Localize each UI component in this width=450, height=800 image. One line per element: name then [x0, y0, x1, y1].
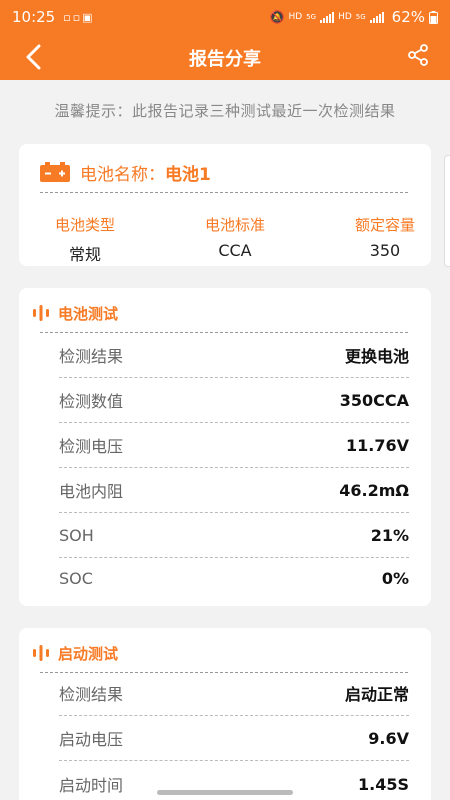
- list-item: 电池内阻 46.2mΩ: [59, 468, 409, 513]
- row-value: 1.45S: [358, 774, 409, 794]
- row-key: 检测电压: [59, 437, 124, 456]
- row-key: 启动电压: [59, 730, 124, 749]
- navbar: 报告分享: [0, 34, 450, 80]
- row-value: 350CCA: [339, 390, 409, 410]
- net2-gen: 5G: [355, 13, 366, 21]
- row-key: 电池内阻: [59, 482, 124, 501]
- waveform-icon: [33, 645, 49, 661]
- battery-name-value: 电池1: [165, 164, 211, 185]
- waveform-icon: [33, 305, 49, 321]
- tip-text: 温馨提示：此报告记录三种测试最近一次检测结果: [54, 102, 396, 120]
- row-value: 21%: [370, 525, 409, 545]
- info-label-standard: 电池标准: [204, 216, 265, 234]
- row-key: SOH: [59, 525, 94, 545]
- battery-name-label: 电池名称：: [80, 164, 165, 185]
- battery-name-row: 电池名称： 电池1: [40, 158, 211, 186]
- battery-icon: [429, 10, 438, 24]
- row-key: 启动时间: [59, 776, 124, 795]
- row-key: 检测数值: [59, 392, 124, 411]
- info-label-type: 电池类型: [54, 216, 115, 234]
- status-right: 🔕 HD 5G HD 5G 62%: [270, 8, 438, 26]
- battery-info-values: 常规 CCA 350: [0, 241, 450, 265]
- start-test-card: 启动测试 检测结果 启动正常 启动电压 9.6V 启动时间 1.45S: [19, 628, 431, 800]
- signal-icon: [320, 11, 335, 23]
- scrollbar[interactable]: [444, 155, 450, 267]
- net1-gen: 5G: [306, 13, 317, 21]
- status-time: 10:25: [12, 8, 56, 26]
- list-item: 启动电压 9.6V: [59, 716, 409, 761]
- battery-icon: [40, 162, 70, 182]
- section-title: 启动测试: [58, 644, 119, 663]
- section-header: 启动测试: [32, 642, 118, 664]
- list-item: 检测结果 启动正常: [59, 671, 409, 716]
- row-value: 9.6V: [368, 728, 409, 748]
- info-value-type: 常规: [68, 245, 101, 264]
- list-item: 检测数值 350CCA: [59, 378, 409, 423]
- notification-icons: ▫▫▣: [63, 10, 95, 24]
- list-item: SOC 0%: [59, 556, 409, 601]
- info-value-standard: CCA: [218, 241, 252, 260]
- list-item: 检测结果 更换电池: [59, 333, 409, 378]
- row-key: 检测结果: [59, 685, 124, 704]
- net2-label: HD: [338, 12, 352, 22]
- signal-icon-2: [369, 11, 384, 23]
- divider: [40, 192, 408, 193]
- row-key: SOC: [59, 569, 93, 588]
- home-indicator[interactable]: [157, 790, 293, 795]
- share-icon[interactable]: [406, 43, 430, 67]
- row-value: 启动正常: [344, 685, 409, 704]
- status-bar: 10:25 ▫▫▣ 🔕 HD 5G HD 5G 62%: [0, 0, 450, 34]
- page-title: 报告分享: [189, 49, 261, 70]
- row-key: 检测结果: [59, 347, 124, 366]
- list-item: SOH 21%: [59, 513, 409, 558]
- section-title: 电池测试: [58, 304, 119, 323]
- section-header: 电池测试: [32, 302, 118, 324]
- row-value: 11.76V: [346, 435, 409, 455]
- info-label-capacity: 额定容量: [354, 216, 415, 234]
- battery-percent: 62%: [391, 8, 425, 26]
- row-value: 46.2mΩ: [339, 480, 409, 500]
- row-value: 0%: [381, 569, 409, 588]
- battery-test-card: 电池测试 检测结果 更换电池 检测数值 350CCA 检测电压 11.76V 电池内阻…: [19, 288, 431, 606]
- battery-info-labels: 电池类型 电池标准 额定容量: [0, 214, 450, 235]
- info-value-capacity: 350: [369, 241, 401, 260]
- net1-label: HD: [288, 12, 303, 22]
- mute-icon: 🔕: [269, 10, 285, 24]
- list-item: 检测电压 11.76V: [59, 423, 409, 468]
- row-value: 更换电池: [344, 347, 409, 366]
